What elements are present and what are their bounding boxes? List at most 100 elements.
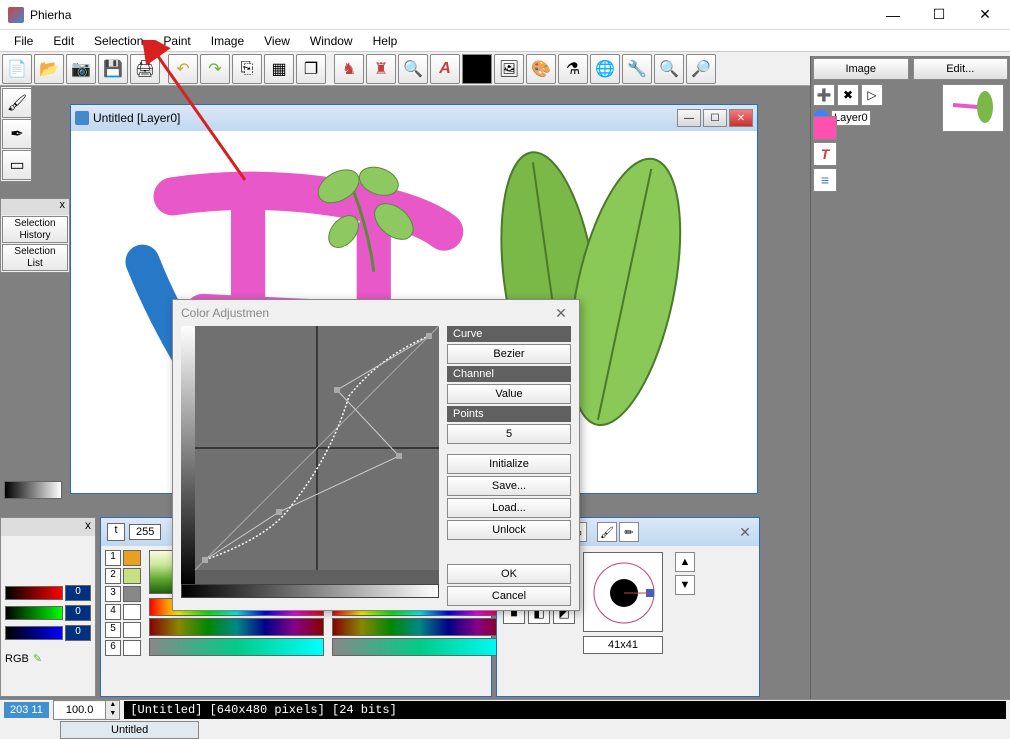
swatch-preset[interactable] bbox=[123, 640, 141, 656]
selection-history-button[interactable]: Selection History bbox=[2, 216, 68, 243]
swatch-num[interactable]: 3 bbox=[105, 586, 121, 602]
brush-adj-icon[interactable]: ▲ bbox=[675, 552, 695, 572]
sat-strip[interactable] bbox=[332, 638, 507, 656]
image-tab[interactable]: Image bbox=[813, 58, 909, 80]
fx2-icon[interactable]: 🎨 bbox=[526, 54, 556, 84]
swatch-num[interactable]: 1 bbox=[105, 550, 121, 566]
text-icon[interactable]: A bbox=[430, 54, 460, 84]
rp-tool-del[interactable]: ✖ bbox=[837, 84, 859, 106]
sat-strip[interactable] bbox=[149, 638, 324, 656]
swatch-num[interactable]: 6 bbox=[105, 640, 121, 656]
curve-editor[interactable] bbox=[181, 326, 439, 584]
brush-h5-icon[interactable]: 🖌 bbox=[597, 522, 617, 542]
zoom-icon[interactable]: 🔍 bbox=[398, 54, 428, 84]
color-swatch[interactable] bbox=[462, 54, 492, 84]
selection-list-button[interactable]: Selection List bbox=[2, 244, 68, 271]
rp-text-button[interactable]: T bbox=[813, 142, 837, 166]
camera-icon[interactable]: 📷 bbox=[66, 54, 96, 84]
dialog-close-button[interactable]: ✕ bbox=[551, 303, 571, 323]
selection-panel-close[interactable]: x bbox=[1, 199, 69, 215]
pen-tool-icon[interactable]: ✒ bbox=[2, 119, 32, 149]
canvas-app-icon bbox=[75, 111, 89, 125]
initialize-button[interactable]: Initialize bbox=[447, 454, 571, 474]
zoomin-icon[interactable]: 🔍 bbox=[654, 54, 684, 84]
new-icon[interactable]: 📄 bbox=[2, 54, 32, 84]
toolstrip: 🖌 ✒ ▭ bbox=[0, 86, 32, 182]
t-value[interactable]: 255 bbox=[129, 524, 161, 540]
document-tab[interactable]: Untitled bbox=[60, 721, 199, 739]
fx3-icon[interactable]: ⚗ bbox=[558, 54, 588, 84]
swatch-num[interactable]: 2 bbox=[105, 568, 121, 584]
hue-strip-2[interactable] bbox=[332, 618, 507, 636]
tool-icon[interactable]: 🔧 bbox=[622, 54, 652, 84]
save-icon[interactable]: 💾 bbox=[98, 54, 128, 84]
swatch-num[interactable]: 4 bbox=[105, 604, 121, 620]
brush-h6-icon[interactable]: ✏ bbox=[619, 522, 639, 542]
rp-tool-add[interactable]: ➕ bbox=[813, 84, 835, 106]
ok-button[interactable]: OK bbox=[447, 564, 571, 584]
canvas-close-button[interactable]: ✕ bbox=[729, 109, 753, 127]
menubar: File Edit Selection Paint Image View Win… bbox=[0, 30, 1010, 52]
globe-icon[interactable]: 🌐 bbox=[590, 54, 620, 84]
zoom-control[interactable]: 100.0 ▲ ▼ bbox=[53, 700, 121, 720]
maximize-button[interactable]: ☐ bbox=[916, 0, 962, 30]
points-value[interactable]: 5 bbox=[447, 424, 571, 444]
swatch-preset[interactable] bbox=[123, 550, 141, 566]
zoom-up-button[interactable]: ▲ bbox=[105, 701, 119, 710]
brush-preview bbox=[583, 552, 663, 632]
g-slider[interactable] bbox=[5, 606, 63, 620]
color-mode-label: RGB bbox=[5, 653, 29, 665]
menu-selection[interactable]: Selection bbox=[84, 32, 153, 50]
menu-edit[interactable]: Edit bbox=[43, 32, 84, 50]
layers-icon[interactable]: ▦ bbox=[264, 54, 294, 84]
swatch-preset[interactable] bbox=[123, 568, 141, 584]
r-slider[interactable] bbox=[5, 586, 63, 600]
canvas-titlebar[interactable]: Untitled [Layer0] — ☐ ✕ bbox=[71, 105, 757, 131]
window-icon[interactable]: ❐ bbox=[296, 54, 326, 84]
swatch-preset[interactable] bbox=[123, 586, 141, 602]
rect-tool-icon[interactable]: ▭ bbox=[2, 150, 32, 180]
brush-panel-close[interactable]: ✕ bbox=[735, 522, 755, 542]
zoom-down-button[interactable]: ▼ bbox=[105, 710, 119, 719]
edit-tab[interactable]: Edit... bbox=[913, 58, 1009, 80]
stamp2-icon[interactable]: ♜ bbox=[366, 54, 396, 84]
bezier-button[interactable]: Bezier bbox=[447, 344, 571, 364]
color-panel-close[interactable]: x bbox=[1, 518, 95, 536]
swatch-num[interactable]: 5 bbox=[105, 622, 121, 638]
menu-view[interactable]: View bbox=[254, 32, 300, 50]
brush-tool-icon[interactable]: 🖌 bbox=[2, 88, 32, 118]
hue-strip-2[interactable] bbox=[149, 618, 324, 636]
rp-color-button[interactable] bbox=[813, 116, 837, 140]
menu-image[interactable]: Image bbox=[201, 32, 254, 50]
unlock-button[interactable]: Unlock bbox=[447, 520, 571, 540]
swatch-preset[interactable] bbox=[123, 622, 141, 638]
menu-window[interactable]: Window bbox=[300, 32, 363, 50]
rp-tool-vis[interactable]: ▷ bbox=[861, 84, 883, 106]
save-button[interactable]: Save... bbox=[447, 476, 571, 496]
layer-thumbnail[interactable] bbox=[942, 84, 1004, 132]
canvas-maximize-button[interactable]: ☐ bbox=[703, 109, 727, 127]
rp-layers-button[interactable]: ≡ bbox=[813, 168, 837, 192]
menu-help[interactable]: Help bbox=[363, 32, 408, 50]
cancel-button[interactable]: Cancel bbox=[447, 586, 571, 606]
stamp1-icon[interactable]: ♞ bbox=[334, 54, 364, 84]
fx1-icon[interactable]: 🖼 bbox=[494, 54, 524, 84]
undo-icon[interactable]: ↶ bbox=[168, 54, 198, 84]
channel-button[interactable]: Value bbox=[447, 384, 571, 404]
menu-file[interactable]: File bbox=[4, 32, 43, 50]
close-button[interactable]: ✕ bbox=[962, 0, 1008, 30]
copy-icon[interactable]: ⎘ bbox=[232, 54, 262, 84]
load-button[interactable]: Load... bbox=[447, 498, 571, 518]
open-icon[interactable]: 📂 bbox=[34, 54, 64, 84]
b-slider[interactable] bbox=[5, 626, 63, 640]
minimize-button[interactable]: — bbox=[870, 0, 916, 30]
swatch-preset[interactable] bbox=[123, 604, 141, 620]
color-mode-icon[interactable]: ✎ bbox=[33, 652, 42, 665]
redo-icon[interactable]: ↷ bbox=[200, 54, 230, 84]
canvas-minimize-button[interactable]: — bbox=[677, 109, 701, 127]
brush-adj-icon[interactable]: ▼ bbox=[675, 575, 695, 595]
brush-size-label[interactable]: 41x41 bbox=[583, 636, 663, 654]
print-icon[interactable]: 🖨 bbox=[130, 54, 160, 84]
menu-paint[interactable]: Paint bbox=[153, 32, 200, 50]
zoomout-icon[interactable]: 🔎 bbox=[686, 54, 716, 84]
